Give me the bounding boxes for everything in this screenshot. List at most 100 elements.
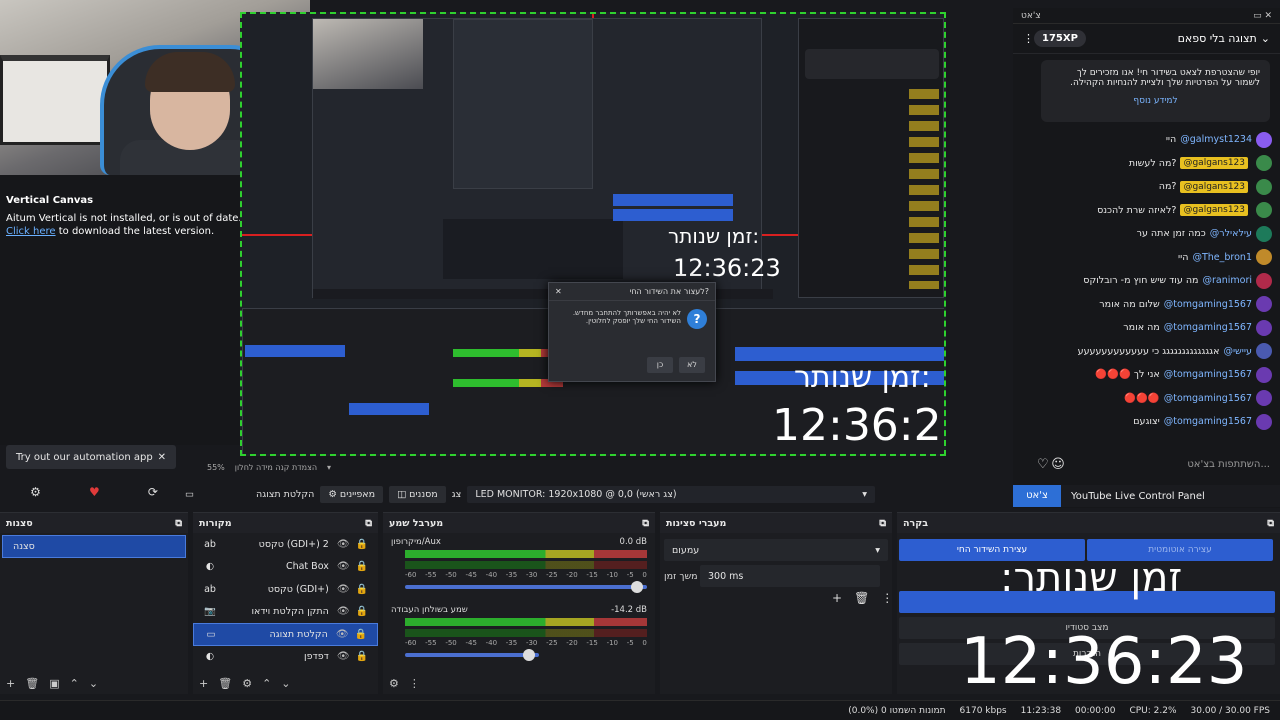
trash-icon[interactable]: 🗑 <box>854 591 869 605</box>
eye-icon[interactable]: 👁 <box>336 629 349 640</box>
avatar[interactable] <box>1256 319 1272 336</box>
download-link[interactable]: Click here <box>6 226 56 237</box>
close-icon[interactable]: ▭ ✕ <box>1253 11 1272 21</box>
user-tag[interactable]: @galgans123 <box>1180 204 1248 217</box>
add-icon[interactable]: + <box>6 677 15 690</box>
username[interactable]: @tomgaming1567 <box>1164 322 1252 333</box>
avatar[interactable] <box>1256 155 1272 172</box>
avatar[interactable] <box>1256 178 1272 195</box>
avatar[interactable] <box>1256 390 1272 407</box>
zoom-level[interactable]: 55% <box>207 463 225 472</box>
refresh-icon[interactable]: ⟳ <box>148 485 158 499</box>
volume-slider[interactable] <box>405 581 647 593</box>
chevron-down-icon[interactable]: ▾ <box>327 463 331 472</box>
tab-youtube-panel[interactable]: YouTube Live Control Panel <box>1061 491 1205 502</box>
username[interactable]: @tomgaming1567 <box>1164 393 1252 404</box>
view-dropdown[interactable]: תצוגה בלי ספאם <box>1178 32 1257 45</box>
eye-icon[interactable]: 👁 <box>337 539 350 550</box>
username[interactable]: @ranimori <box>1203 275 1253 286</box>
close-icon[interactable]: ✕ <box>555 287 562 296</box>
avatar[interactable] <box>1256 202 1272 219</box>
add-icon[interactable]: + <box>832 591 842 605</box>
undock-icon[interactable]: ⧉ <box>879 518 886 529</box>
avatar[interactable] <box>1256 343 1272 360</box>
lock-icon[interactable]: 🔒 <box>356 651 368 662</box>
chevron-down-icon[interactable]: ⌄ <box>1261 32 1270 45</box>
bitrate: 6170 kbps <box>959 705 1007 716</box>
duration-input[interactable]: 300 ms <box>700 565 880 587</box>
filter-icon[interactable]: ▣ <box>49 677 59 690</box>
gear-icon[interactable]: ⚙ <box>30 485 41 499</box>
username[interactable]: @tomgaming1567 <box>1164 416 1252 427</box>
down-icon[interactable]: ⌄ <box>281 677 290 690</box>
heart-icon[interactable]: ♥ <box>89 485 100 499</box>
more-icon[interactable]: ⋮ <box>409 677 420 690</box>
chat-input[interactable]: ♡ ☺ השתתפות בצ'אט... <box>1027 452 1280 476</box>
volume-meter <box>405 561 647 569</box>
avatar[interactable] <box>1256 131 1272 148</box>
avatar[interactable] <box>1256 272 1272 289</box>
avatar[interactable] <box>1256 366 1272 383</box>
message-text: יצוגעם <box>1133 416 1160 428</box>
tab-chat[interactable]: צ'אט <box>1013 485 1061 507</box>
source-item[interactable]: 📷 התקן הקלטת וידאו 👁 🔒 <box>193 601 378 624</box>
source-item[interactable]: ◐ Chat Box 👁 🔒 <box>193 556 378 579</box>
user-tag[interactable]: @galgans123 <box>1180 180 1248 193</box>
undock-icon[interactable]: ⧉ <box>175 518 182 529</box>
source-item[interactable]: ab טקסט (GDI+) 👁 🔒 <box>193 578 378 601</box>
avatar[interactable] <box>1256 296 1272 313</box>
lock-icon[interactable]: 🔒 <box>356 539 368 550</box>
eye-icon[interactable]: 👁 <box>337 606 350 617</box>
lock-icon[interactable]: 🔒 <box>356 584 368 595</box>
source-item[interactable]: ab טקסט (GDI+) 2 👁 🔒 <box>193 533 378 556</box>
username[interactable]: @עיישי <box>1223 346 1252 357</box>
username[interactable]: @galmyst1234 <box>1180 134 1252 145</box>
close-icon[interactable]: ✕ <box>158 452 166 463</box>
lock-icon[interactable]: 🔒 <box>356 606 368 617</box>
emoji-icon[interactable]: ☺ <box>1051 457 1065 472</box>
eye-icon[interactable]: 👁 <box>337 651 350 662</box>
more-icon[interactable]: ⋮ <box>1023 32 1034 45</box>
person-hair <box>145 52 235 92</box>
trash-icon[interactable]: 🗑 <box>25 677 39 690</box>
username[interactable]: @tomgaming1567 <box>1164 299 1252 310</box>
dialog-yes-button[interactable]: כן <box>647 357 673 373</box>
username[interactable]: @tomgaming1567 <box>1164 369 1252 380</box>
eye-icon[interactable]: 👁 <box>337 584 350 595</box>
undock-icon[interactable]: ⧉ <box>642 518 649 529</box>
transition-select[interactable]: עמעום ▾ <box>664 539 888 561</box>
heart-icon[interactable]: ♡ <box>1037 457 1049 472</box>
avatar[interactable] <box>1256 413 1272 430</box>
scene-item[interactable]: סצנה <box>2 535 186 558</box>
username[interactable]: @The_bron1 <box>1192 252 1252 263</box>
monitor-select[interactable]: LED MONITOR: 1920x1080 @ 0,0 (צג ראשי) ▾ <box>467 485 875 503</box>
lock-icon[interactable]: 🔒 <box>356 561 368 572</box>
lock-icon[interactable]: 🔒 <box>355 629 367 640</box>
avatar[interactable] <box>1256 225 1272 242</box>
learn-more-link[interactable]: למידע נוסף <box>1051 96 1260 106</box>
volume-slider[interactable] <box>405 649 539 661</box>
eye-icon[interactable]: 👁 <box>337 561 350 572</box>
username[interactable]: @עילאילר <box>1210 228 1252 239</box>
gear-icon[interactable]: ⚙ <box>389 677 399 690</box>
undock-icon[interactable]: ⧉ <box>1267 518 1274 529</box>
undock-icon[interactable]: ⧉ <box>365 518 372 529</box>
source-item[interactable]: ◐ דפדפן 👁 🔒 <box>193 646 378 669</box>
trash-icon[interactable]: 🗑 <box>218 677 232 690</box>
add-icon[interactable]: + <box>199 677 208 690</box>
preview-canvas[interactable]: זמן שנותר: 12:36:23 זמן שנותר: 12:36:23 <box>240 12 946 456</box>
gear-icon[interactable]: ⚙ <box>242 677 252 690</box>
properties-button[interactable]: ⚙ מאפיינים <box>320 485 384 503</box>
user-tag[interactable]: @galgans123 <box>1180 157 1248 170</box>
screen-label: צג <box>451 488 462 500</box>
filters-button[interactable]: ◫ מסננים <box>389 485 446 503</box>
more-icon[interactable]: ⋮ <box>881 591 893 605</box>
automation-button[interactable]: Try out our automation app ✕ <box>6 445 176 469</box>
avatar[interactable] <box>1256 249 1272 266</box>
dialog-no-button[interactable]: לא <box>679 357 705 373</box>
meter-scale: -60 -55 -50 -45 -40 -35 -30 -25 -20 -15 -10 -5 0 <box>405 571 647 579</box>
up-icon[interactable]: ⌃ <box>262 677 271 690</box>
up-icon[interactable]: ⌃ <box>70 677 79 690</box>
source-item[interactable]: ▭ הקלטת תצוגה 👁 🔒 <box>193 623 378 646</box>
down-icon[interactable]: ⌄ <box>89 677 98 690</box>
